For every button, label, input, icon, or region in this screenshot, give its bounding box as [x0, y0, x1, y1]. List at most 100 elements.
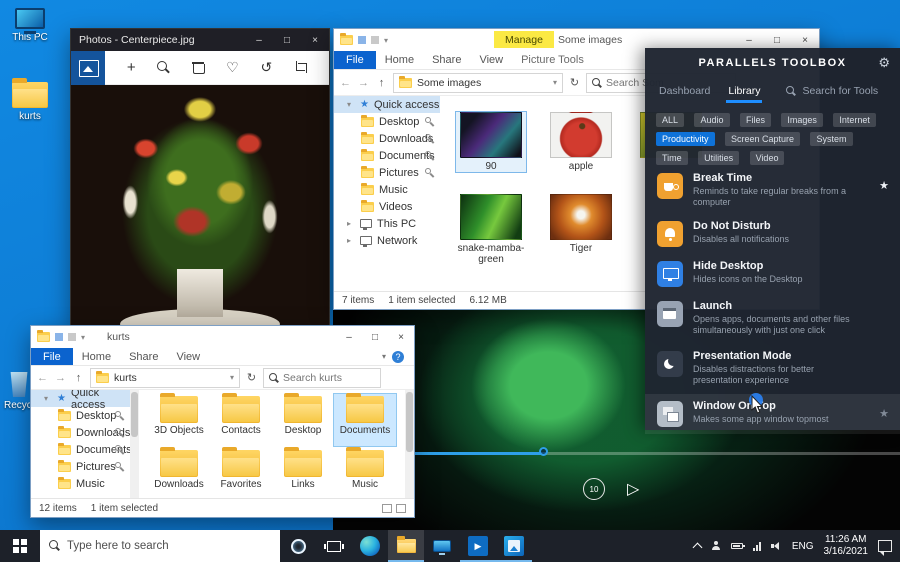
tab-home[interactable]: Home [376, 54, 423, 66]
taskbar-search-input[interactable] [67, 540, 271, 552]
add-icon[interactable]: + [127, 59, 136, 76]
taskbar-app-parallels[interactable] [424, 530, 460, 562]
close-button[interactable]: × [301, 29, 329, 51]
sidebar-item-downloads[interactable]: Downloads [31, 424, 130, 441]
search-box[interactable] [263, 368, 381, 388]
show-hidden-icons-chevron[interactable] [692, 543, 702, 553]
taskbar-app-photos[interactable] [496, 530, 532, 562]
search-tools-button[interactable]: Search for Tools [786, 85, 878, 97]
sidebar-item-music[interactable]: Music [31, 475, 130, 492]
taskbar-search[interactable] [40, 530, 280, 562]
qat-icon[interactable] [358, 36, 366, 44]
details-view-icon[interactable] [382, 504, 392, 513]
qat-icon[interactable] [371, 36, 379, 44]
category-images[interactable]: Images [781, 113, 823, 127]
delete-icon[interactable] [192, 61, 204, 74]
tab-share[interactable]: Share [423, 54, 470, 66]
folder-item[interactable]: Downloads [148, 448, 210, 500]
taskbar-clock[interactable]: 11:26 AM 3/16/2021 [824, 534, 869, 558]
see-all-photos-button[interactable] [71, 51, 105, 85]
back-icon[interactable]: ← [36, 372, 49, 384]
refresh-icon[interactable]: ↻ [568, 76, 581, 89]
sidebar-item-videos[interactable]: Videos [334, 198, 440, 215]
category-screen-capture[interactable]: Screen Capture [725, 132, 800, 146]
seek-bar[interactable] [363, 452, 900, 455]
qat-icon[interactable] [55, 333, 63, 341]
up-icon[interactable]: ↑ [72, 372, 85, 384]
tab-share[interactable]: Share [120, 351, 167, 363]
favorite-heart-icon[interactable]: ♡ [226, 59, 239, 76]
tab-file[interactable]: File [31, 348, 73, 365]
chevron-down-icon[interactable]: ▾ [44, 394, 52, 403]
action-center-icon[interactable] [878, 540, 892, 552]
forward-icon[interactable]: → [54, 372, 67, 384]
network-icon[interactable] [753, 542, 761, 551]
crop-icon[interactable] [294, 61, 307, 74]
chevron-down-icon[interactable]: ▾ [230, 373, 234, 382]
help-icon[interactable]: ? [392, 351, 404, 363]
sidebar-quick-access[interactable]: ▾ ★ Quick access [31, 390, 130, 407]
sidebar-item-this-pc[interactable]: ▸ This PC [334, 215, 440, 232]
scrollbar-thumb[interactable] [131, 392, 138, 437]
category-video[interactable]: Video [750, 151, 785, 165]
folder-item-selected[interactable]: Documents [334, 394, 396, 446]
taskbar-app-movies-tv[interactable] [460, 530, 496, 562]
category-all[interactable]: ALL [656, 113, 684, 127]
tool-window-on-top[interactable]: Window On Top Makes some app window topm… [645, 394, 900, 434]
sidebar-item-documents[interactable]: Documents [334, 147, 440, 164]
thumbnails-view-icon[interactable] [396, 504, 406, 513]
maximize-button[interactable]: □ [273, 29, 301, 51]
tool-break-time[interactable]: Break Time Reminds to take regular break… [645, 166, 900, 214]
language-indicator[interactable]: ENG [792, 541, 814, 552]
folder-item[interactable]: Contacts [210, 394, 272, 446]
category-internet[interactable]: Internet [833, 113, 876, 127]
tool-hide-desktop[interactable]: Hide Desktop Hides icons on the Desktop [645, 254, 900, 294]
scrollbar-thumb[interactable] [406, 392, 413, 452]
rewind-10-button[interactable]: 10 [583, 478, 605, 500]
minimize-button[interactable]: – [336, 326, 362, 348]
folder-item[interactable]: Desktop [272, 394, 334, 446]
minimize-button[interactable]: – [245, 29, 273, 51]
tab-manage[interactable]: Manage [494, 31, 554, 48]
file-item[interactable]: apple [546, 112, 616, 172]
refresh-icon[interactable]: ↻ [245, 371, 258, 384]
content-scrollbar[interactable] [405, 390, 414, 498]
tab-view[interactable]: View [470, 54, 512, 66]
tab-view[interactable]: View [167, 351, 209, 363]
folder-item[interactable]: Music [334, 448, 396, 500]
taskbar-app-explorer[interactable] [388, 530, 424, 562]
category-audio[interactable]: Audio [694, 113, 729, 127]
qat-icon[interactable] [68, 333, 76, 341]
address-box[interactable]: kurts ▾ [90, 368, 240, 388]
favorite-star-icon[interactable]: ★ [879, 407, 889, 420]
people-icon[interactable] [711, 541, 721, 551]
sidebar-item-desktop[interactable]: Desktop [334, 113, 440, 130]
cortana-button[interactable] [280, 530, 316, 562]
tab-picture-tools[interactable]: Picture Tools [512, 54, 593, 66]
tab-dashboard[interactable]: Dashboard [659, 85, 710, 97]
address-box[interactable]: Some images ▾ [393, 73, 563, 93]
maximize-button[interactable]: □ [362, 326, 388, 348]
forward-icon[interactable]: → [357, 77, 370, 89]
close-button[interactable]: × [388, 326, 414, 348]
ribbon-collapse-icon[interactable]: ▾ [382, 352, 386, 361]
volume-icon[interactable] [771, 541, 782, 551]
zoom-icon[interactable] [157, 61, 170, 74]
rotate-icon[interactable]: ↺ [261, 59, 273, 76]
sidebar-item-desktop[interactable]: Desktop [31, 407, 130, 424]
category-system[interactable]: System [810, 132, 852, 146]
start-button[interactable] [0, 530, 40, 562]
gear-icon[interactable]: ⚙ [878, 55, 890, 71]
up-icon[interactable]: ↑ [375, 77, 388, 89]
favorite-star-icon[interactable]: ★ [879, 179, 889, 192]
category-utilities[interactable]: Utilities [698, 151, 739, 165]
explorer-search-input[interactable] [283, 372, 375, 384]
folder-item[interactable]: Links [272, 448, 334, 500]
tool-presentation-mode[interactable]: Presentation Mode Disables distractions … [645, 344, 900, 394]
chevron-down-icon[interactable]: ▾ [347, 100, 355, 109]
file-item[interactable]: snake-mamba-green [456, 194, 526, 265]
sidebar-quick-access[interactable]: ▾ ★ Quick access [334, 96, 440, 113]
sidebar-item-network[interactable]: ▸ Network [334, 232, 440, 249]
desktop-icon-this-pc[interactable]: This PC [2, 8, 58, 43]
chevron-down-icon[interactable]: ▾ [81, 333, 85, 342]
